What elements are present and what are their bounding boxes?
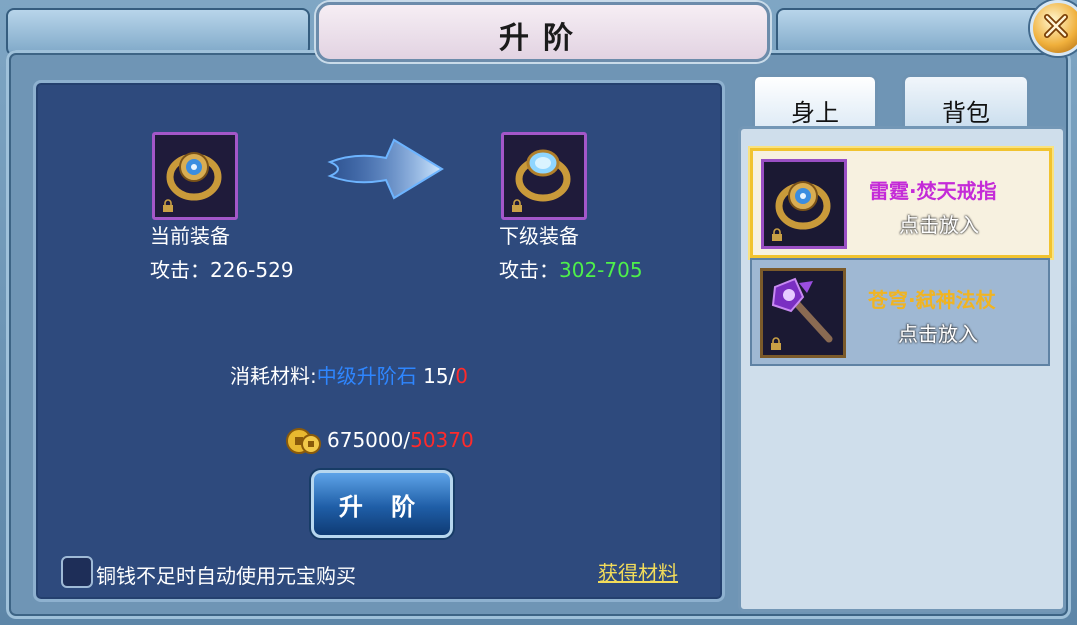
next-equipment-label: 下级装备 [499,224,579,248]
ring-icon [515,149,571,202]
auto-buy-label: 铜钱不足时自动使用元宝购买 [96,564,356,588]
upgrade-arrow-icon [327,138,444,200]
tab-bag-label: 背包 [942,99,990,127]
current-equipment-label: 当前装备 [150,224,230,248]
material-cost: 消耗材料:中级升阶石 15/0 [230,360,468,389]
top-bar-right [776,8,1048,56]
item-name: 苍穹·弑神法杖 [868,288,996,312]
lock-icon [512,199,522,212]
tab-equipped[interactable]: 身上 [752,74,878,133]
close-icon [1044,14,1068,38]
next-attack-value: 302-705 [559,258,643,282]
next-attack: 攻击：302-705 [499,254,643,283]
window-title: 升阶 [499,21,587,56]
upgrade-button-label: 升 阶 [338,493,426,521]
item-hint: 点击放入 [899,213,979,237]
item-icon-slot [760,268,846,358]
item-name: 雷霆·焚天戒指 [869,179,997,203]
ring-icon [775,181,831,230]
lock-icon [772,228,782,241]
material-label: 消耗材料: [230,364,317,388]
next-attack-label: 攻击： [499,258,559,282]
close-button[interactable] [1030,0,1077,56]
item-hint: 点击放入 [898,322,978,346]
tab-bag[interactable]: 背包 [902,74,1030,133]
lock-icon [771,337,781,350]
auto-buy-checkbox[interactable] [61,556,93,588]
material-required: 15/ [423,364,456,388]
current-attack: 攻击：226-529 [150,254,294,283]
item-icon-slot [761,159,847,249]
money-owned: 50370 [410,428,474,452]
item-card-ring[interactable]: 雷霆·焚天戒指 点击放入 [750,148,1052,258]
tab-equipped-label: 身上 [791,99,839,127]
title-plaque: 升阶 [316,2,770,62]
money-required: 675000/ [327,428,411,452]
current-attack-value: 226-529 [210,258,294,282]
ring-icon [166,152,222,201]
upgrade-button[interactable]: 升 阶 [311,470,453,538]
lock-icon [163,199,173,212]
next-equipment-slot [501,132,587,220]
current-equipment-slot[interactable] [152,132,238,220]
material-owned: 0 [455,364,469,388]
get-material-link[interactable]: 获得材料 [598,557,678,586]
top-bar-left [6,8,310,56]
coin-icon [286,428,321,454]
money-cost: 675000/50370 [327,428,474,452]
current-attack-label: 攻击： [150,258,210,282]
material-name: 中级升阶石 [316,364,417,388]
staff-icon [771,277,833,343]
item-card-staff[interactable]: 苍穹·弑神法杖 点击放入 [750,258,1050,366]
